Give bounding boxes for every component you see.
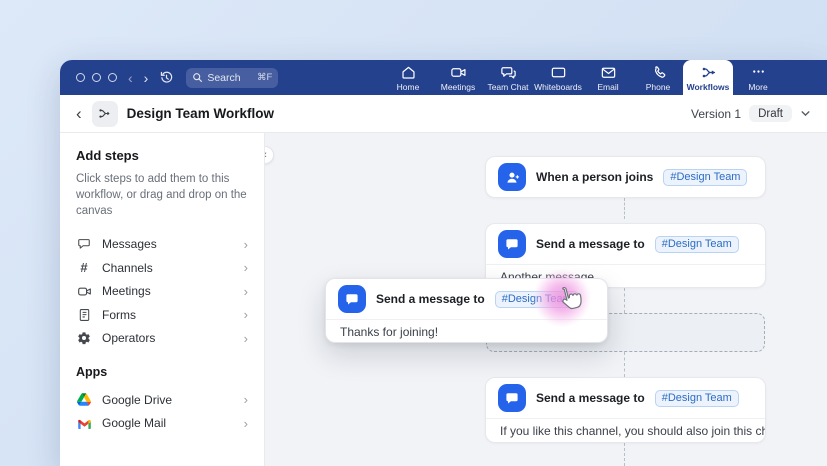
- workflow-icon: [97, 106, 112, 121]
- traffic-lights[interactable]: [76, 73, 117, 82]
- tab-team-chat[interactable]: Team Chat: [483, 60, 533, 95]
- tab-more[interactable]: More: [733, 60, 783, 95]
- search-shortcut: ⌘F: [257, 72, 272, 83]
- whiteboard-icon: [550, 64, 567, 81]
- google-drive-icon: [76, 393, 92, 406]
- tab-whiteboards[interactable]: Whiteboards: [533, 60, 583, 95]
- close-window-button[interactable]: [76, 73, 85, 82]
- home-icon: [400, 64, 417, 81]
- sidebar-item-label: Google Mail: [102, 416, 166, 430]
- chevron-right-icon: ›: [244, 392, 248, 407]
- step-title: Send a message to: [536, 237, 645, 251]
- gear-icon: [76, 331, 92, 345]
- sidebar-item-label: Operators: [102, 331, 155, 345]
- chat-bubble-icon: [498, 230, 526, 258]
- tab-label: Home: [397, 82, 420, 92]
- step-title: Send a message to: [536, 391, 645, 405]
- chat-bubble-icon: [498, 384, 526, 412]
- workflow-chip: [92, 101, 118, 127]
- minimize-window-button[interactable]: [92, 73, 101, 82]
- hash-icon: #: [76, 260, 92, 275]
- tab-label: Whiteboards: [534, 82, 582, 92]
- more-dots-icon: [750, 64, 767, 81]
- video-camera-icon: [76, 284, 92, 299]
- workflow-icon: [700, 64, 717, 81]
- sidebar-item-operators[interactable]: Operators ›: [76, 326, 248, 350]
- sidebar-item-channels[interactable]: # Channels ›: [76, 256, 248, 280]
- chevron-right-icon: ›: [244, 284, 248, 299]
- channel-pill[interactable]: #Design Team: [655, 236, 739, 253]
- sidebar-item-label: Meetings: [102, 284, 151, 298]
- nav-back-button[interactable]: ‹: [128, 71, 133, 85]
- step-title: When a person joins: [536, 170, 653, 184]
- search-box[interactable]: ⌘F: [186, 68, 278, 88]
- phone-icon: [650, 64, 667, 81]
- sidebar-item-meetings[interactable]: Meetings ›: [76, 279, 248, 303]
- sidebar-description: Click steps to add them to this workflow…: [76, 171, 252, 219]
- form-icon: [76, 308, 92, 322]
- chevron-down-icon[interactable]: [800, 108, 811, 119]
- tab-workflows[interactable]: Workflows: [683, 60, 733, 95]
- search-icon: [192, 72, 203, 83]
- message-bubble-icon: [76, 237, 92, 251]
- sidebar-item-forms[interactable]: Forms ›: [76, 303, 248, 327]
- person-add-icon: [498, 163, 526, 191]
- chevron-right-icon: ›: [244, 260, 248, 275]
- sidebar-item-label: Forms: [102, 308, 136, 322]
- add-steps-sidebar: Add steps Click steps to add them to thi…: [60, 133, 265, 466]
- chevron-right-icon: ›: [244, 237, 248, 252]
- status-badge: Draft: [749, 105, 792, 122]
- sidebar-collapse-button[interactable]: ‹: [265, 146, 274, 164]
- tab-label: Phone: [646, 82, 671, 92]
- connector-line: [624, 288, 625, 313]
- workflow-toolbar: ‹ Design Team Workflow Version 1 Draft: [60, 95, 827, 133]
- step-title: Send a message to: [376, 292, 485, 306]
- tab-label: More: [748, 82, 767, 92]
- chat-bubble-icon: [338, 285, 366, 313]
- chevron-right-icon: ›: [244, 416, 248, 431]
- apps-heading: Apps: [76, 365, 248, 379]
- sidebar-item-label: Google Drive: [102, 393, 172, 407]
- tab-email[interactable]: Email: [583, 60, 633, 95]
- sidebar-item-google-mail[interactable]: Google Mail ›: [76, 411, 248, 435]
- titlebar: ‹ › ⌘F Home Meetings Team: [60, 60, 827, 95]
- tab-label: Email: [597, 82, 618, 92]
- connector-line: [624, 198, 625, 219]
- nav-forward-button[interactable]: ›: [144, 71, 149, 85]
- tab-home[interactable]: Home: [383, 60, 433, 95]
- chevron-right-icon: ›: [244, 307, 248, 322]
- connector-line: [624, 352, 625, 377]
- google-mail-icon: [76, 417, 92, 429]
- sidebar-heading: Add steps: [76, 148, 248, 163]
- envelope-icon: [600, 64, 617, 81]
- history-icon[interactable]: [159, 70, 174, 85]
- connector-line: [624, 443, 625, 466]
- chat-bubbles-icon: [500, 64, 517, 81]
- sidebar-item-label: Channels: [102, 261, 153, 275]
- tab-meetings[interactable]: Meetings: [433, 60, 483, 95]
- video-camera-icon: [450, 64, 467, 81]
- app-window: ‹ › ⌘F Home Meetings Team: [60, 60, 827, 466]
- maximize-window-button[interactable]: [108, 73, 117, 82]
- tab-label: Team Chat: [487, 82, 528, 92]
- tab-phone[interactable]: Phone: [633, 60, 683, 95]
- workflow-canvas[interactable]: ‹ When a person joins #Design Team: [265, 133, 827, 466]
- main-nav: Home Meetings Team Chat Whiteboards Emai…: [383, 60, 783, 95]
- search-input[interactable]: [207, 72, 247, 84]
- workflow-step-trigger[interactable]: When a person joins #Design Team: [485, 156, 766, 198]
- back-button[interactable]: ‹: [76, 105, 82, 122]
- sidebar-item-google-drive[interactable]: Google Drive ›: [76, 388, 248, 412]
- tab-label: Workflows: [687, 82, 730, 92]
- tab-label: Meetings: [441, 82, 476, 92]
- sidebar-item-label: Messages: [102, 237, 157, 251]
- sidebar-item-messages[interactable]: Messages ›: [76, 232, 248, 256]
- step-body-text: If you like this channel, you should als…: [486, 419, 765, 443]
- page-title: Design Team Workflow: [127, 106, 274, 121]
- channel-pill[interactable]: #Design Team: [663, 169, 747, 186]
- channel-pill[interactable]: #Design Team: [655, 390, 739, 407]
- version-label: Version 1: [691, 107, 741, 121]
- chevron-right-icon: ›: [244, 331, 248, 346]
- workflow-step-message-2[interactable]: Send a message to #Design Team If you li…: [485, 377, 766, 443]
